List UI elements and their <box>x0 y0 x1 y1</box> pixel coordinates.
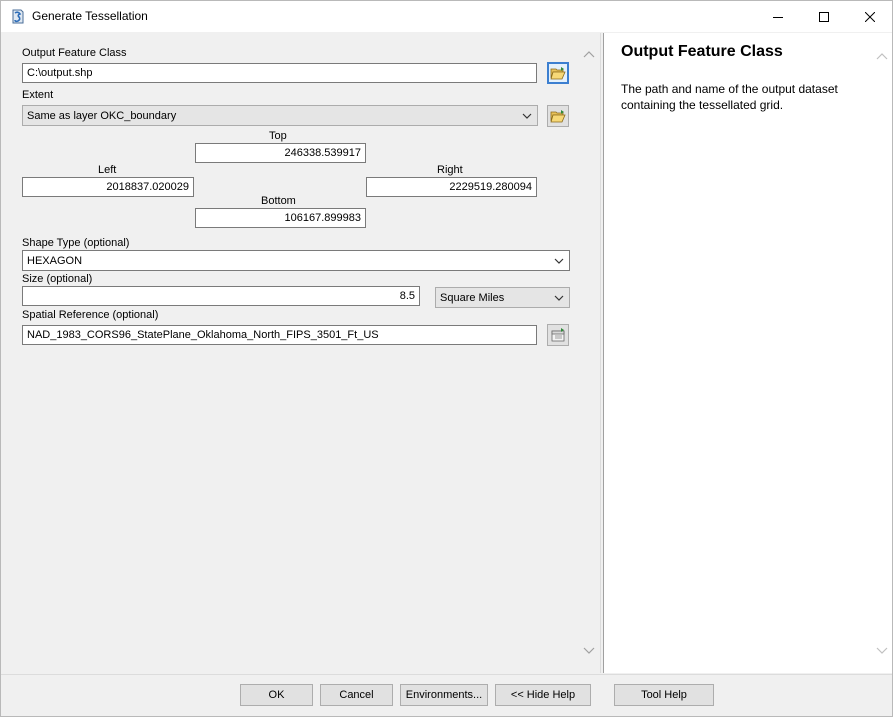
extent-browse-button[interactable] <box>547 105 569 127</box>
minimize-icon <box>773 16 783 18</box>
spatial-reference-label: Spatial Reference (optional) <box>22 309 159 321</box>
maximize-icon <box>819 11 829 22</box>
right-input[interactable]: 2229519.280094 <box>366 177 537 197</box>
close-icon <box>865 11 875 22</box>
chevron-down-icon <box>522 113 532 119</box>
tool-help-button[interactable]: Tool Help <box>614 684 714 706</box>
window-title: Generate Tessellation <box>32 9 148 23</box>
help-scroll-down-button[interactable] <box>875 644 889 658</box>
output-feature-class-label: Output Feature Class <box>22 47 127 59</box>
parameters-panel: Output Feature Class C:\output.shp Exten… <box>3 33 600 673</box>
folder-open-icon <box>550 110 566 123</box>
spatial-reference-icon <box>551 328 565 342</box>
help-text: The path and name of the output dataset … <box>621 82 838 112</box>
cancel-button[interactable]: Cancel <box>320 684 393 706</box>
right-label: Right <box>437 164 463 176</box>
chevron-up-icon <box>876 53 888 60</box>
spatial-reference-button[interactable] <box>547 324 569 346</box>
shape-type-label: Shape Type (optional) <box>22 237 130 249</box>
size-unit-value: Square Miles <box>440 292 505 304</box>
chevron-down-icon <box>554 295 564 301</box>
chevron-down-icon <box>583 647 595 654</box>
folder-open-icon <box>550 67 566 80</box>
environments-button[interactable]: Environments... <box>400 684 488 706</box>
size-unit-dropdown[interactable]: Square Miles <box>435 287 570 308</box>
help-scroll-up-button[interactable] <box>875 49 889 63</box>
output-feature-class-input[interactable]: C:\output.shp <box>22 63 537 83</box>
left-input[interactable]: 2018837.020029 <box>22 177 194 197</box>
chevron-down-icon <box>554 258 564 264</box>
close-button[interactable] <box>847 1 893 32</box>
bottom-input[interactable]: 106167.899983 <box>195 208 366 228</box>
scroll-up-button[interactable] <box>582 47 596 61</box>
top-input[interactable]: 246338.539917 <box>195 143 366 163</box>
ok-button[interactable]: OK <box>240 684 313 706</box>
extent-label: Extent <box>22 89 54 101</box>
extent-dropdown[interactable]: Same as layer OKC_boundary <box>22 105 538 126</box>
chevron-down-icon <box>876 647 888 654</box>
chevron-up-icon <box>583 51 595 58</box>
minimize-button[interactable] <box>755 1 801 32</box>
size-input[interactable]: 8.5 <box>22 286 420 306</box>
spatial-reference-input[interactable]: NAD_1983_CORS96_StatePlane_Oklahoma_Nort… <box>22 325 537 345</box>
button-bar: OK Cancel Environments... << Hide Help T… <box>1 674 892 716</box>
shape-type-dropdown[interactable]: HEXAGON <box>22 250 570 271</box>
maximize-button[interactable] <box>801 1 847 32</box>
extent-value: Same as layer OKC_boundary <box>27 110 177 122</box>
output-browse-button[interactable] <box>547 62 569 84</box>
python-script-icon <box>10 8 26 25</box>
left-label: Left <box>98 164 117 176</box>
hide-help-button[interactable]: << Hide Help <box>495 684 591 706</box>
help-title: Output Feature Class <box>621 43 783 60</box>
help-panel: Output Feature Class The path and name o… <box>603 33 892 673</box>
top-label: Top <box>269 130 287 142</box>
title-bar: Generate Tessellation <box>1 1 892 32</box>
bottom-label: Bottom <box>261 195 296 207</box>
size-label: Size (optional) <box>22 273 93 285</box>
scroll-down-button[interactable] <box>582 644 596 658</box>
dialog-window: Generate Tessellation Output Feature Cla… <box>0 0 893 717</box>
shape-type-value: HEXAGON <box>27 255 83 267</box>
